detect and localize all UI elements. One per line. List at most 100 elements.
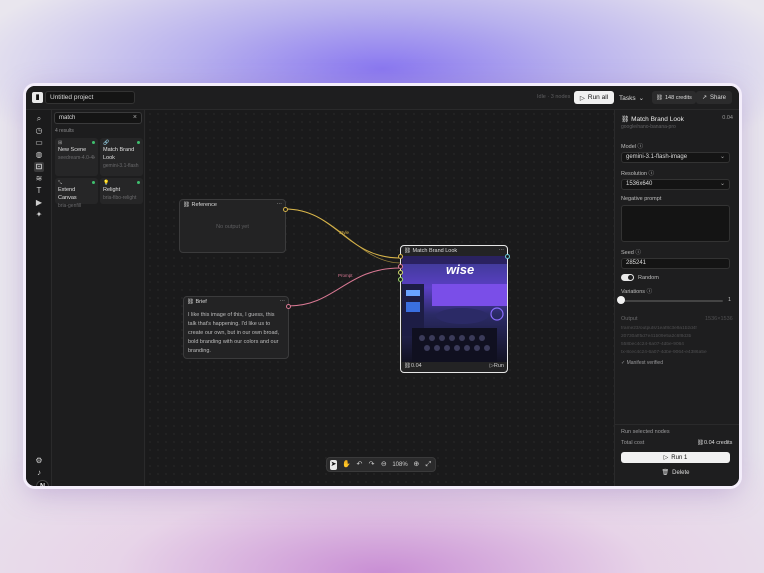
zoom-out-icon[interactable]: ⊖ — [380, 460, 387, 470]
output-hash-line: 20730aff5d7e41b09e5a2c6f8d3b — [621, 334, 692, 339]
text-icon[interactable]: T — [34, 186, 44, 196]
folder-icon[interactable]: ▭ — [34, 138, 44, 148]
variations-slider-handle[interactable] — [617, 296, 625, 304]
node-card-model: seedream-4.0-4k — [58, 155, 95, 161]
node-header: ⛓ Reference ⋯ — [180, 200, 285, 210]
sound-icon[interactable]: ♪ — [34, 468, 44, 478]
info-icon: ⓘ — [635, 250, 641, 256]
node-search-input[interactable]: match × — [54, 112, 142, 124]
model-id: google/nano-banana-pro — [621, 124, 676, 130]
tasks-menu[interactable]: Tasks ⌄ — [619, 92, 644, 104]
status-dot — [92, 141, 95, 144]
brief-text[interactable]: I like this image of this, I guess, this… — [184, 307, 288, 360]
match-brand-look-node[interactable]: ⛓ Match Brand Look ⋯ wise ⛓0.04 ▷Run — [398, 245, 510, 373]
run-node-button[interactable]: ▷Run — [490, 363, 504, 371]
inspector-panel: ⛓ Match Brand Look 0.04 google/nano-bana… — [614, 110, 739, 486]
seed-label: Seed ⓘ — [621, 250, 641, 256]
output-hash-line: 558bec4c24-6a07-4dbe-9064 — [621, 342, 684, 347]
palette-icon[interactable]: ◍ — [34, 150, 44, 160]
inspector-title: ⛓ Match Brand Look — [621, 116, 684, 123]
play-icon: ▷ — [579, 94, 585, 102]
negative-prompt-input[interactable] — [621, 205, 730, 242]
app-window: ▮ Untitled project Idle · 3 nodes ▷ Run … — [26, 86, 739, 486]
output-port[interactable] — [286, 304, 291, 309]
node-card-match-brand-look[interactable]: 🔗 Match Brand Look gemini-3.1-flash — [100, 138, 143, 176]
input-port-style[interactable] — [398, 254, 403, 259]
trash-icon: 🗑 — [661, 470, 670, 476]
link-icon: ⛓ — [183, 202, 192, 208]
project-name-input[interactable]: Untitled project — [45, 91, 135, 104]
info-icon: ⓘ — [648, 171, 655, 177]
output-port[interactable] — [283, 207, 288, 212]
seed-input[interactable]: 285241 — [621, 258, 730, 269]
node-card-relight[interactable]: 💡 Relight bria-fibo-relight — [100, 178, 143, 204]
node-card-new-scene[interactable]: ⊞ New Scene seedream-4.0-4k — [55, 138, 98, 176]
generated-image[interactable]: wise — [402, 256, 507, 362]
search-icon[interactable]: ⌕ — [34, 114, 44, 124]
nodes-icon[interactable]: ⊡ — [34, 162, 44, 172]
magic-icon[interactable]: ✦ — [34, 210, 44, 220]
redo-icon[interactable]: ↷ — [368, 460, 375, 470]
resolution-label: Resolution ⓘ — [621, 171, 655, 177]
status-dot — [137, 181, 140, 184]
node-title: Brief — [195, 299, 207, 305]
link-icon: ⛓ — [187, 299, 196, 305]
model-label: Model ⓘ — [621, 144, 644, 150]
node-card-name: Match Brand Look — [103, 147, 135, 161]
node-card-model: bria-genfill — [58, 203, 82, 209]
status-dot — [137, 141, 140, 144]
reference-node[interactable]: ⛓ Reference ⋯ No output yet — [179, 199, 288, 253]
top-bar: ▮ Untitled project Idle · 3 nodes ▷ Run … — [26, 86, 739, 110]
hand-tool-icon[interactable]: ✋ — [342, 460, 351, 470]
credits-badge[interactable]: ⛓ 148 credits — [652, 91, 696, 104]
credits-label: 148 credits — [664, 94, 692, 101]
brief-node[interactable]: ⛓ Brief ⋯ I like this image of this, I g… — [183, 296, 291, 360]
close-icon[interactable]: × — [133, 113, 137, 123]
link-icon: ⛓ — [404, 363, 411, 369]
negative-prompt-label: Negative prompt — [621, 196, 662, 202]
more-icon[interactable]: ⋯ — [499, 248, 505, 254]
link-icon: ⛓ — [697, 440, 704, 446]
undo-icon[interactable]: ↶ — [356, 460, 363, 470]
more-icon[interactable]: ⋯ — [277, 202, 283, 208]
select-tool-icon[interactable]: ➤ — [330, 459, 338, 470]
node-canvas[interactable]: Style Prompt ⛓ Reference ⋯ No output yet… — [146, 110, 614, 486]
settings-icon[interactable]: ⚙ — [34, 456, 44, 466]
more-icon[interactable]: ⋯ — [280, 299, 286, 305]
info-icon: ⓘ — [646, 289, 653, 295]
model-select[interactable]: gemini-3.1-flash-image ⌄ — [621, 152, 730, 163]
variations-slider-track[interactable] — [623, 300, 723, 302]
inspector-footer: Run selected nodes Total cost ⛓0.04 cred… — [615, 424, 739, 486]
node-library-panel: match × 4 results ⊞ New Scene seedream-4… — [52, 110, 145, 486]
inspector-cost: 0.04 — [722, 115, 733, 121]
status-dot — [92, 181, 95, 184]
zoom-in-icon[interactable]: ⊕ — [413, 460, 420, 470]
app-logo-icon[interactable]: ▮ — [32, 92, 43, 103]
run-all-button[interactable]: ▷ Run all — [574, 91, 614, 104]
resolution-select[interactable]: 1536x640 ⌄ — [621, 179, 730, 190]
input-port-extra[interactable] — [398, 277, 403, 282]
output-label: Output — [621, 316, 638, 322]
avatar[interactable]: N — [36, 480, 49, 486]
video-icon[interactable]: ▶ — [34, 198, 44, 208]
layers-icon[interactable]: ≋ — [34, 174, 44, 184]
node-title: Reference — [191, 202, 217, 208]
input-port-prompt[interactable] — [398, 264, 403, 269]
node-title: Match Brand Look — [412, 248, 458, 254]
link-icon: ⛓ — [404, 248, 413, 254]
variations-label: Variations ⓘ — [621, 289, 653, 295]
link-icon: ⛓ — [656, 94, 663, 101]
output-size: 1536×1536 — [705, 316, 733, 322]
node-card-extend-canvas[interactable]: ⤡ Extend Canvas bria-genfill — [55, 178, 98, 209]
history-icon[interactable]: ◷ — [34, 126, 44, 136]
check-circle-icon: ✓ — [621, 360, 626, 366]
node-card-name: Relight — [103, 187, 121, 193]
delete-button[interactable]: 🗑 Delete — [621, 467, 730, 478]
input-port-image[interactable] — [398, 270, 403, 275]
run-selected-button[interactable]: ▷ Run 1 — [621, 452, 730, 463]
output-port[interactable] — [505, 254, 510, 259]
fit-view-icon[interactable]: ⤢ — [425, 460, 432, 470]
random-toggle[interactable] — [621, 274, 634, 281]
share-button[interactable]: ↗ Share — [696, 91, 732, 104]
zoom-level: 108% — [392, 461, 408, 468]
